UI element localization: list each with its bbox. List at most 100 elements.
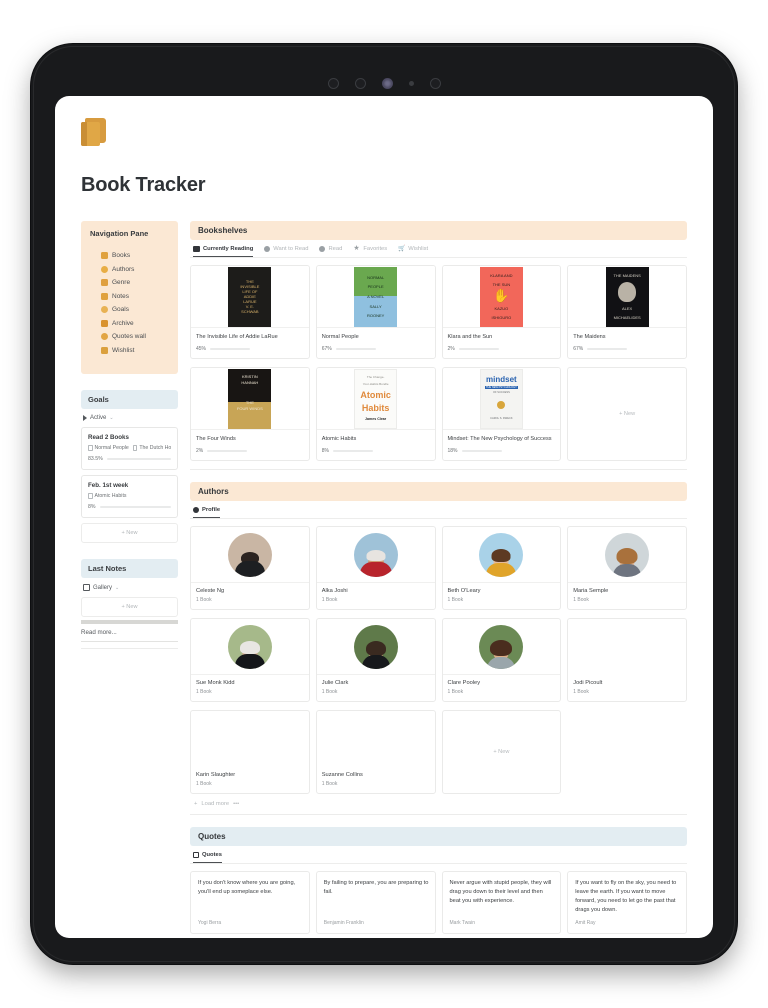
tab-label: Wishlist: [408, 246, 429, 252]
author-book-count: 1 Book: [447, 689, 464, 696]
author-meta: Suzanne Collins 1 Book: [317, 767, 435, 793]
authors-load-more-button[interactable]: + Load more •••: [190, 794, 687, 816]
goals-panel: Goals Active ⌄ Read 2 Books Normal Peopl…: [81, 390, 178, 543]
sidebar-item-goals[interactable]: Goals: [101, 306, 170, 313]
quote-card[interactable]: If you don't know where you are going, y…: [190, 871, 310, 934]
sidebar-item-authors[interactable]: Authors: [101, 265, 170, 273]
book-meta: Klara and the Sun 2%: [443, 328, 561, 358]
sidebar-item-wishlist[interactable]: Wishlist: [101, 346, 170, 354]
author-card[interactable]: Celeste Ng 1 Book: [190, 526, 310, 611]
linked-book-chip[interactable]: Normal People: [88, 445, 129, 451]
tab-currently-reading[interactable]: Currently Reading: [193, 246, 254, 257]
linked-book-chip[interactable]: Atomic Habits: [88, 493, 127, 499]
sidebar-item-quotes-wall[interactable]: Quotes wall: [101, 333, 170, 340]
tab-profile[interactable]: Profile: [193, 507, 221, 519]
tab-label: Want to Read: [273, 246, 309, 252]
last-notes-view-selector[interactable]: Gallery ⌄: [81, 578, 178, 597]
cover-line: ROONEY: [366, 313, 385, 319]
book-card[interactable]: THE MAIDENS ALEX MICHAELIDES The Maidens: [567, 265, 687, 360]
last-notes-view-label: Gallery: [93, 584, 113, 591]
book-progress-bar: [587, 348, 628, 351]
cover-line: KRISTIN: [241, 373, 258, 379]
goal-progress-value: 83.5%: [88, 456, 103, 462]
book-progress-bar: [461, 450, 502, 453]
author-photo-area: [568, 527, 686, 584]
book-card[interactable]: KRISTIN HANNAH THE FOUR WINDS The Four W…: [190, 367, 310, 462]
author-card[interactable]: Julie Clark 1 Book: [315, 618, 436, 703]
cover-line: SCHWAB: [241, 309, 259, 314]
sidebar-item-genre[interactable]: Genre: [101, 279, 170, 286]
circle-icon: [264, 246, 271, 252]
goals-view-selector[interactable]: Active ⌄: [81, 409, 178, 427]
cover-line: MICHAELIDES: [613, 315, 641, 321]
book-card[interactable]: NORMAL PEOPLE A NOVEL SALLY ROONEY Norma…: [315, 265, 436, 360]
authors-new-button[interactable]: + New: [441, 710, 562, 795]
author-card[interactable]: Clare Pooley 1 Book: [441, 618, 562, 703]
cover-bust-icon: [618, 281, 637, 302]
quote-text: If you want to fly on the sky, you need …: [575, 880, 677, 913]
author-book-count: 1 Book: [196, 597, 212, 604]
cover-line: mindset: [486, 374, 517, 384]
book-cover-area: mindset THE NEW PSYCHOLOGY OF SUCCESS CA…: [442, 368, 561, 431]
tab-read[interactable]: Read: [319, 246, 342, 257]
author-card[interactable]: Jodi Picoult 1 Book: [567, 618, 687, 703]
book-card[interactable]: The Change- Your-Habits Bundle Atomic Ha…: [315, 367, 436, 462]
book-title: Atomic Habits: [321, 436, 357, 443]
more-options-icon[interactable]: •••: [233, 801, 239, 807]
author-card[interactable]: Sue Monk Kidd 1 Book: [190, 618, 310, 703]
author-photo-area: [316, 527, 435, 584]
tab-label: Favorites: [363, 246, 388, 252]
book-progress: 67%: [322, 346, 430, 352]
book-card[interactable]: KLARA AND THE SUN ✋ KAZUO ISHIGURO Klara…: [441, 265, 562, 360]
bookshelves-section-header: Bookshelves: [190, 221, 687, 240]
quote-card[interactable]: If you want to fly on the sky, you need …: [567, 871, 687, 934]
author-card[interactable]: Suzanne Collins 1 Book: [315, 710, 436, 795]
cover-line: Your-Habits Bundle: [362, 382, 389, 387]
read-more-link[interactable]: Read more...: [81, 629, 178, 642]
cover-line: THE SUN: [492, 282, 511, 288]
bookshelf-new-button[interactable]: + New: [567, 367, 687, 462]
author-card[interactable]: Karin Slaughter 1 Book: [190, 710, 310, 795]
cover-line: PEOPLE: [367, 284, 384, 290]
play-icon: [83, 415, 87, 421]
goal-card[interactable]: Feb. 1st week Atomic Habits 8%: [81, 475, 178, 518]
linked-book-chip[interactable]: The Dutch Hou: [132, 445, 171, 451]
quotes-grid-row-1: If you don't know where you are going, y…: [190, 871, 687, 934]
quote-card[interactable]: By failing to prepare, you are preparing…: [315, 871, 436, 934]
quote-card[interactable]: Never argue with stupid people, they wil…: [441, 871, 562, 934]
book-cover-image: NORMAL PEOPLE A NOVEL SALLY ROONEY: [354, 266, 398, 327]
book-progress-value: 45%: [196, 346, 207, 353]
book-card[interactable]: mindset THE NEW PSYCHOLOGY OF SUCCESS CA…: [441, 367, 562, 462]
tablet-bezel-sensors: [55, 70, 713, 96]
sidebar-item-books[interactable]: Books: [101, 252, 170, 259]
goal-card[interactable]: Read 2 Books Normal People The Dutch Hou: [81, 427, 178, 470]
goals-title: Goals: [88, 395, 109, 404]
tab-quotes[interactable]: Quotes: [193, 852, 222, 864]
navigation-pane: Navigation Pane Books Authors Genre Note…: [81, 221, 178, 374]
last-notes-new-button[interactable]: + New: [81, 597, 178, 617]
goals-new-button[interactable]: + New: [81, 523, 178, 543]
book-card[interactable]: THE INVISIBLE LIFE OF ADDIE LARUE V. E. …: [190, 265, 310, 360]
authors-grid-row-1: Celeste Ng 1 Book Alka Joshi 1 Book Beth…: [190, 526, 687, 611]
quote-author: Mark Twain: [449, 919, 475, 926]
sidebar-item-archive[interactable]: Archive: [101, 319, 170, 327]
tab-want-to-read[interactable]: Want to Read: [264, 246, 308, 257]
author-card[interactable]: Alka Joshi 1 Book: [315, 526, 436, 611]
tab-wishlist[interactable]: 🛒 Wishlist: [398, 246, 428, 257]
book-progress-bar: [458, 348, 499, 351]
book-cover-area: KRISTIN HANNAH THE FOUR WINDS: [191, 368, 309, 431]
avatar: [227, 624, 272, 669]
page-scroll-area[interactable]: Book Tracker Navigation Pane Books Autho…: [55, 96, 713, 938]
note-placeholder-bar: [81, 620, 178, 624]
author-photo-area: [442, 527, 561, 584]
author-card[interactable]: Maria Semple 1 Book: [567, 526, 687, 611]
sidebar-item-notes[interactable]: Notes: [101, 292, 170, 300]
author-meta: Maria Semple 1 Book: [568, 583, 686, 609]
tab-favorites[interactable]: ★ Favorites: [353, 245, 388, 257]
author-card[interactable]: Beth O'Leary 1 Book: [441, 526, 562, 611]
sidebar-item-label: Genre: [112, 279, 131, 286]
page-title: Book Tracker: [81, 174, 206, 196]
navigation-list: Books Authors Genre Notes Goals Archive …: [89, 252, 170, 354]
book-progress-value: 18%: [447, 448, 458, 455]
sidebar-item-label: Authors: [112, 265, 135, 273]
